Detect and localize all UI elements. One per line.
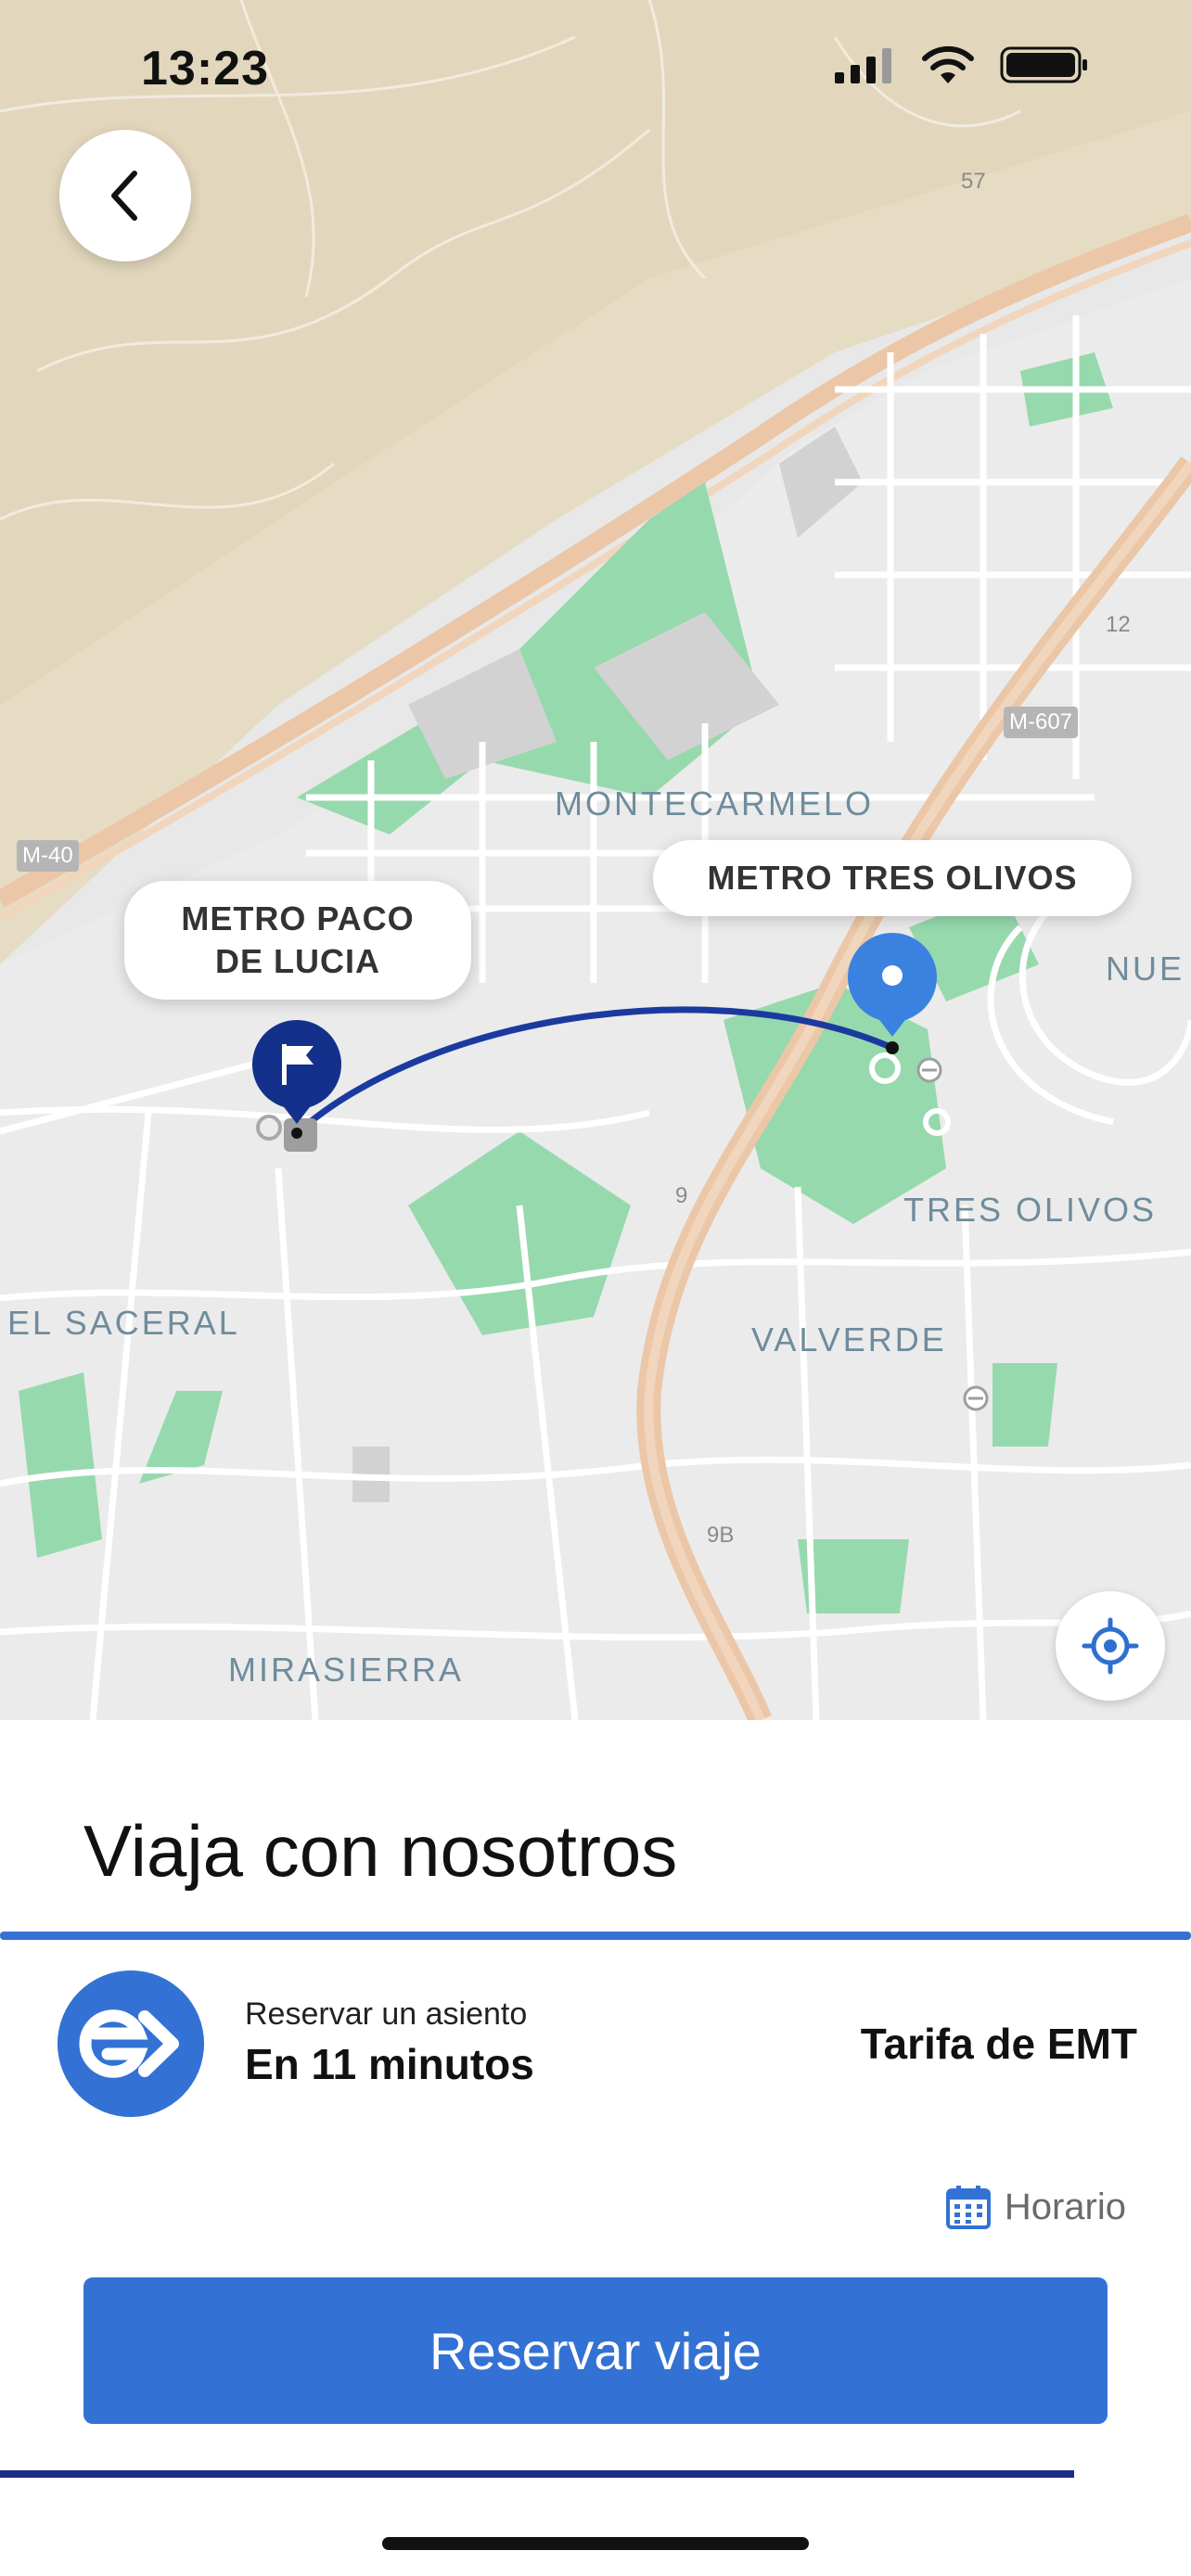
destination-label-bubble[interactable]: METRO TRES OLIVOS	[653, 840, 1132, 916]
fare-label: Tarifa de EMT	[860, 2020, 1137, 2068]
schedule-link[interactable]: Horario	[945, 2184, 1126, 2230]
home-indicator[interactable]	[382, 2537, 809, 2550]
origin-dot	[291, 1128, 302, 1139]
schedule-link-label: Horario	[1004, 2186, 1126, 2227]
departure-time: En 11 minutos	[245, 2040, 534, 2088]
origin-stop-icon	[256, 1115, 282, 1141]
route-line	[294, 1006, 894, 1136]
top-divider	[0, 1932, 1191, 1940]
crosshair-location-icon	[1082, 1617, 1139, 1675]
metro-marker-icon	[916, 1057, 942, 1083]
my-location-button[interactable]	[1056, 1591, 1165, 1701]
emt-logo-icon	[58, 1970, 204, 2117]
reserve-seat-label: Reservar un asiento	[245, 1996, 528, 2032]
sheet-title: Viaja con nosotros	[83, 1810, 678, 1892]
map-view[interactable]: 13:23 MONTECARMELO TRES OLIVOS EL SACERA…	[0, 0, 1191, 1720]
metro-marker-valverde-icon	[963, 1385, 989, 1411]
origin-label-bubble[interactable]: METRO PACO DE LUCIA	[124, 881, 471, 1000]
destination-pin	[848, 933, 937, 1037]
calendar-icon	[945, 2186, 991, 2229]
destination-dot	[886, 1041, 899, 1054]
booking-sheet: Viaja con nosotros Reservar un asiento E…	[0, 1720, 1191, 2576]
bottom-divider	[0, 2470, 1074, 2478]
book-trip-button[interactable]: Reservar viaje	[83, 2277, 1108, 2424]
